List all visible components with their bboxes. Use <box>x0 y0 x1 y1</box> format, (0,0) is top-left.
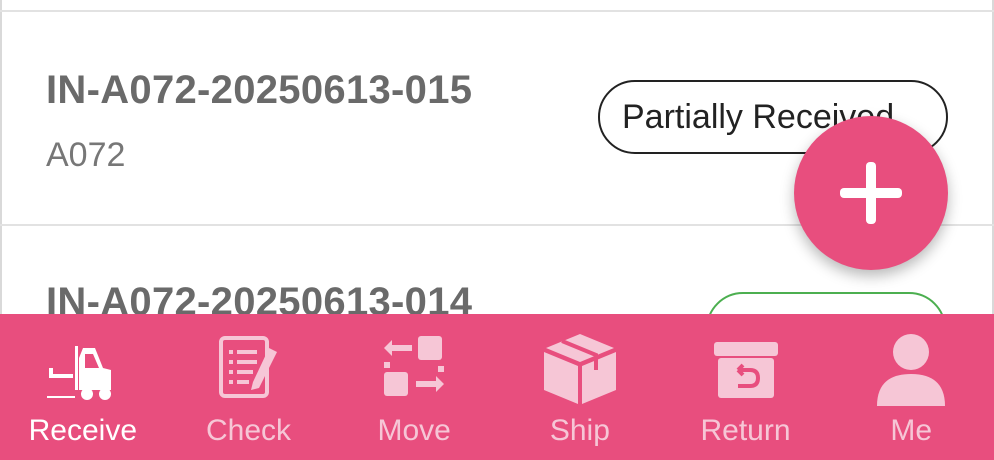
nav-item-me[interactable]: Me <box>828 314 994 460</box>
supplier-code: A072 <box>46 136 126 174</box>
forklift-icon <box>46 346 111 400</box>
clipboard-icon <box>218 336 277 398</box>
plus-icon <box>840 162 902 224</box>
add-button[interactable] <box>794 116 948 270</box>
nav-item-receive[interactable]: Receive <box>0 314 166 460</box>
nav-item-check[interactable]: Check <box>166 314 332 460</box>
nav-label-receive: Receive <box>28 414 138 447</box>
nav-label-return: Return <box>700 414 791 447</box>
order-id: IN-A072-20250613-015 <box>46 68 473 112</box>
transfer-icon <box>384 336 445 396</box>
box-icon <box>543 334 616 404</box>
bottom-navigation: Receive Check Move Ship Return Me <box>0 314 994 460</box>
nav-label-check: Check <box>205 414 292 447</box>
nav-item-ship[interactable]: Ship <box>497 314 663 460</box>
nav-label-ship: Ship <box>549 414 610 447</box>
nav-label-move: Move <box>377 414 451 447</box>
nav-item-move[interactable]: Move <box>331 314 497 460</box>
nav-item-return[interactable]: Return <box>663 314 829 460</box>
nav-label-me: Me <box>890 414 933 447</box>
person-icon <box>877 334 946 406</box>
return-box-icon <box>713 342 778 398</box>
